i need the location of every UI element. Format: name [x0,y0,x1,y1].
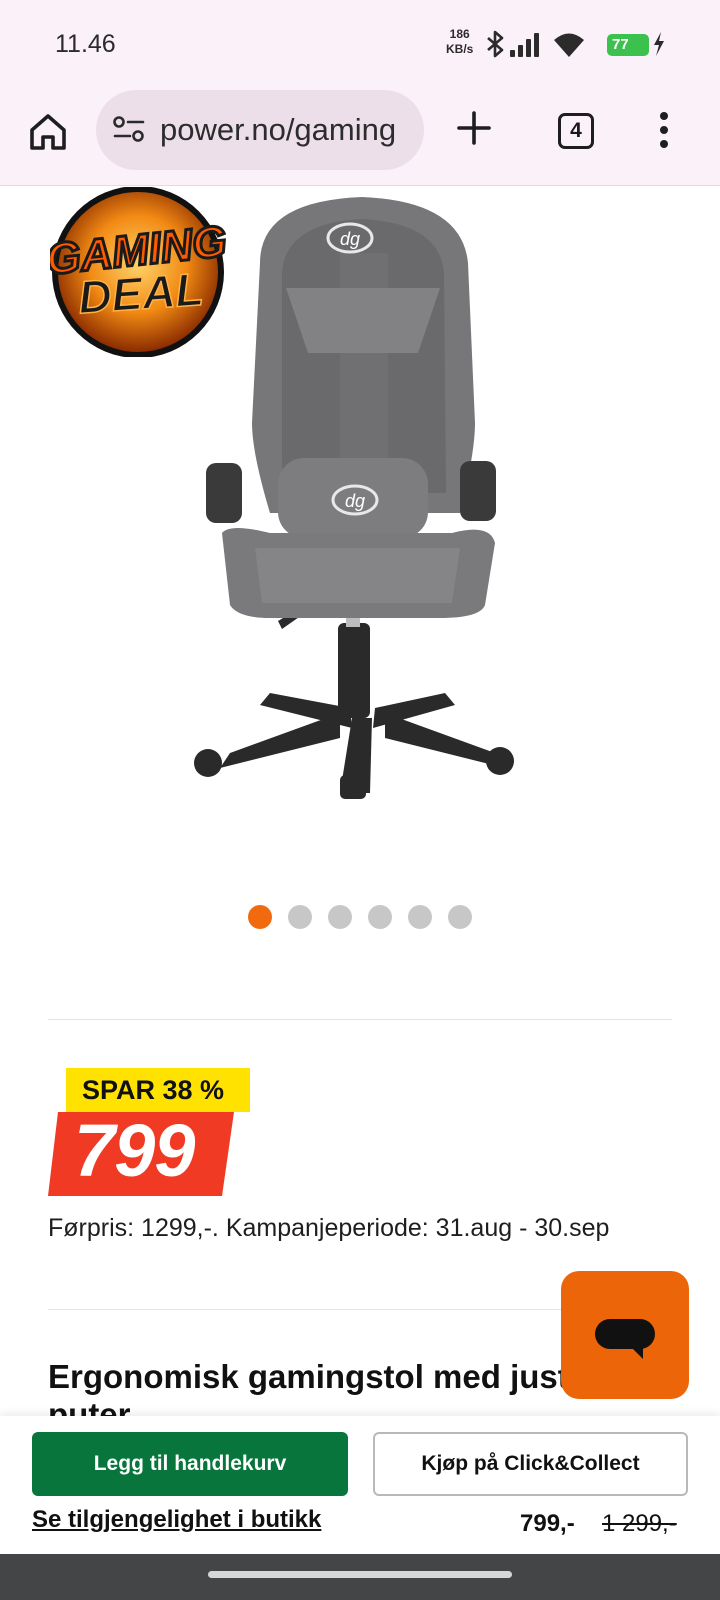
store-availability-link[interactable]: Se tilgjengelighet i butikk [32,1506,321,1534]
chat-bubble-icon [595,1319,655,1359]
new-tab-icon[interactable] [456,110,492,146]
more-menu-icon[interactable] [658,110,670,150]
badge-text-line2: DEAL [77,263,206,324]
gallery-dot-4[interactable] [368,905,392,929]
sale-price: 799 [74,1109,195,1192]
address-bar[interactable]: power.no/gaming [96,90,424,170]
product-image-gallery[interactable]: GAMING DEAL dg dg [0,187,720,967]
gallery-dot-2[interactable] [288,905,312,929]
gallery-dot-6[interactable] [448,905,472,929]
wifi-icon [554,33,584,57]
gallery-pagination [248,905,472,929]
battery-level: 77 [612,36,629,53]
browser-toolbar: power.no/gaming 4 [0,86,720,186]
chair-logo-top: dg [340,229,360,249]
gallery-dot-3[interactable] [328,905,352,929]
system-navigation-bar [0,1554,720,1600]
gesture-handle[interactable] [208,1571,512,1578]
product-title: Ergonomisk gamingstol med just [48,1358,569,1395]
divider [48,1019,672,1020]
battery-icon: 77 [607,34,649,56]
url-text[interactable]: power.no/gaming [160,112,396,148]
site-settings-icon[interactable] [112,114,146,144]
gallery-dot-1[interactable] [248,905,272,929]
tab-switcher-button[interactable]: 4 [558,113,594,149]
bluetooth-icon [487,30,504,58]
bar-sale-price: 799,- [520,1510,575,1537]
home-icon[interactable] [26,110,70,154]
status-icons [487,30,584,58]
network-speed: 186 KB/s [446,27,473,57]
sticky-purchase-bar: Legg til handlekurv Kjøp på Click&Collec… [0,1416,720,1554]
status-time: 11.46 [55,30,116,58]
signal-icon [510,33,539,57]
chat-button[interactable] [561,1271,689,1399]
network-speed-value: 186 [449,27,470,41]
network-speed-unit: KB/s [446,42,474,56]
click-and-collect-button[interactable]: Kjøp på Click&Collect [373,1432,688,1496]
gaming-chair-image: dg dg [194,197,514,799]
gallery-dot-5[interactable] [408,905,432,929]
chair-logo-lumbar: dg [345,491,365,511]
add-to-cart-button[interactable]: Legg til handlekurv [32,1432,348,1496]
discount-badge: SPAR 38 % [66,1068,250,1112]
charging-icon [654,32,664,56]
previous-price-info: Førpris: 1299,-. Kampanjeperiode: 31.aug… [48,1214,610,1242]
status-bar: 11.46 186 KB/s 77 [0,0,720,86]
bar-old-price: 1 299,- [602,1510,677,1537]
